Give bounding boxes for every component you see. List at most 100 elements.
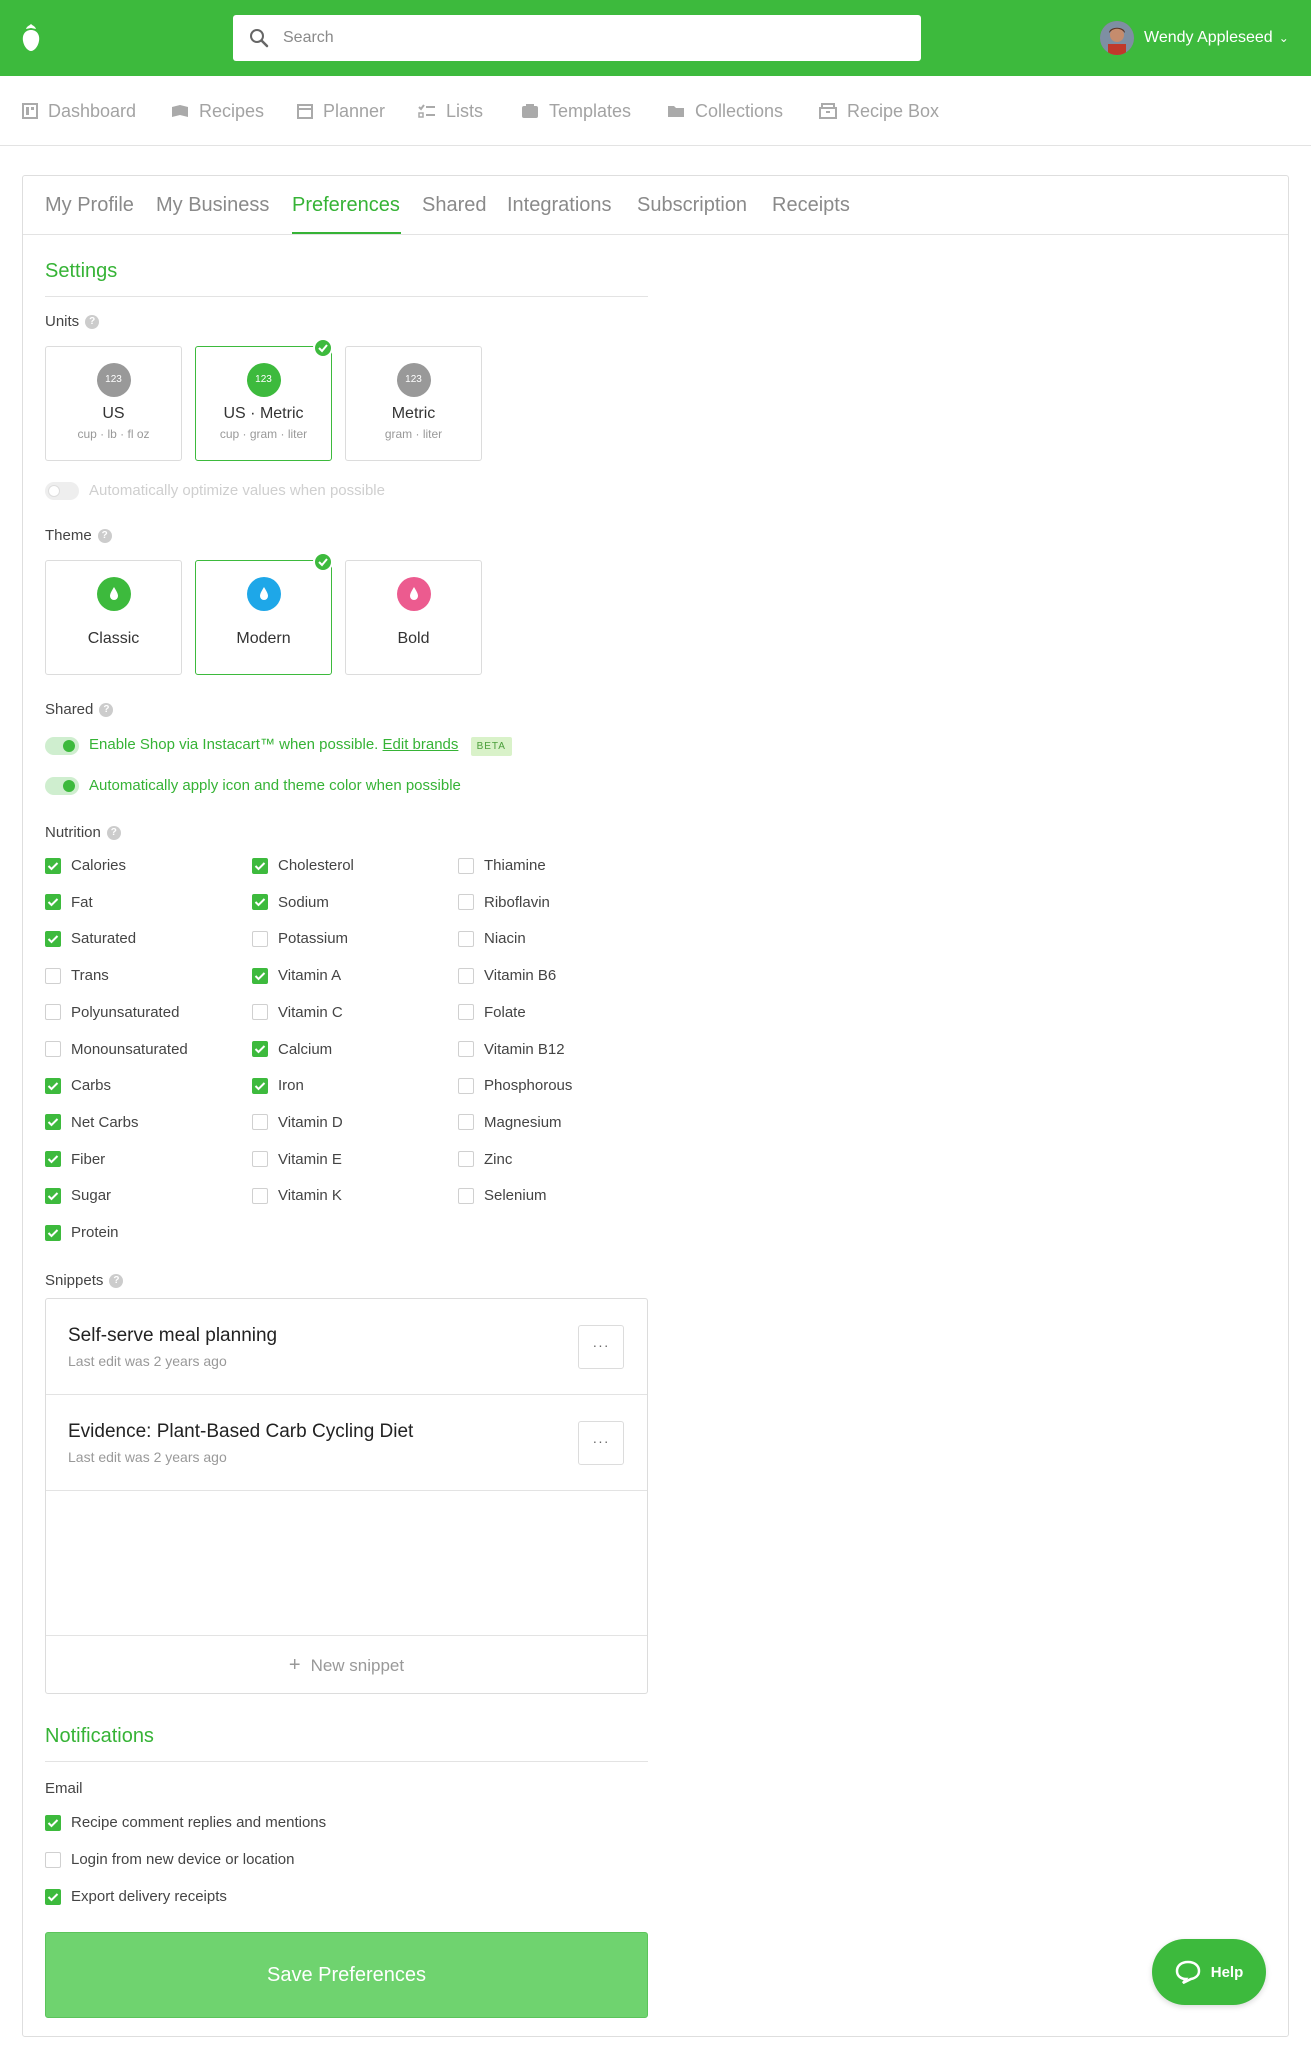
notification-checkbox[interactable]: Login from new device or location: [45, 1851, 294, 1868]
nutrient-checkbox[interactable]: Trans: [45, 967, 109, 984]
tab-receipts[interactable]: Receipts: [772, 194, 850, 217]
auto-apply-toggle[interactable]: [45, 777, 79, 795]
unchecked-box-icon[interactable]: [458, 1114, 474, 1131]
nutrient-checkbox[interactable]: Cholesterol: [252, 857, 354, 874]
nutrient-checkbox[interactable]: Fat: [45, 894, 93, 911]
unchecked-box-icon[interactable]: [45, 1041, 61, 1057]
nutrient-checkbox[interactable]: Polyunsaturated: [45, 1004, 179, 1021]
new-snippet-button[interactable]: + New snippet: [46, 1635, 647, 1693]
tab-preferences[interactable]: Preferences: [292, 194, 400, 217]
nutrient-checkbox[interactable]: Riboflavin: [458, 894, 550, 911]
unchecked-box-icon[interactable]: [458, 1077, 474, 1094]
unchecked-box-icon[interactable]: [458, 1041, 474, 1057]
nutrient-checkbox[interactable]: Vitamin B6: [458, 967, 556, 984]
help-button[interactable]: Help: [1152, 1939, 1266, 2005]
unit-option-us[interactable]: 123 US cup · lb · fl oz: [45, 346, 182, 461]
unchecked-box-icon[interactable]: [45, 967, 61, 984]
user-menu[interactable]: Wendy Appleseed ⌄: [1100, 20, 1289, 56]
nutrient-checkbox[interactable]: Thiamine: [458, 857, 546, 874]
checked-box-icon[interactable]: [45, 1077, 61, 1094]
nutrient-checkbox[interactable]: Carbs: [45, 1077, 111, 1094]
nutrient-checkbox[interactable]: Vitamin D: [252, 1114, 343, 1131]
instacart-toggle[interactable]: [45, 737, 79, 755]
unchecked-box-icon[interactable]: [252, 1004, 268, 1021]
nutrient-checkbox[interactable]: Fiber: [45, 1151, 105, 1168]
checked-box-icon[interactable]: [252, 894, 268, 911]
nav-lists[interactable]: Lists: [418, 100, 483, 122]
nav-templates[interactable]: Templates: [521, 100, 631, 122]
snippet-item[interactable]: Evidence: Plant-Based Carb Cycling Diet …: [46, 1395, 647, 1491]
checked-box-icon[interactable]: [45, 1151, 61, 1168]
unit-option-us-metric[interactable]: 123 US · Metric cup · gram · liter: [195, 338, 333, 461]
help-icon[interactable]: ?: [106, 825, 121, 840]
tab-integrations[interactable]: Integrations: [507, 194, 612, 217]
nutrient-checkbox[interactable]: Vitamin E: [252, 1151, 342, 1168]
checked-box-icon[interactable]: [45, 930, 61, 947]
help-icon[interactable]: ?: [85, 314, 100, 329]
nav-dashboard[interactable]: Dashboard: [22, 100, 136, 122]
nutrient-checkbox[interactable]: Sugar: [45, 1187, 111, 1204]
snippet-item[interactable]: Self-serve meal planning Last edit was 2…: [46, 1299, 647, 1395]
help-icon[interactable]: ?: [97, 528, 112, 543]
unchecked-box-icon[interactable]: [252, 1114, 268, 1131]
nutrient-checkbox[interactable]: Vitamin B12: [458, 1041, 565, 1058]
nutrient-checkbox[interactable]: Niacin: [458, 930, 526, 947]
notification-checkbox[interactable]: Export delivery receipts: [45, 1888, 227, 1905]
checked-box-icon[interactable]: [45, 1187, 61, 1204]
search-input[interactable]: Search: [283, 29, 334, 47]
unchecked-box-icon[interactable]: [252, 930, 268, 947]
nutrient-checkbox[interactable]: Potassium: [252, 930, 348, 947]
checked-box-icon[interactable]: [45, 857, 61, 874]
checked-box-icon[interactable]: [45, 1224, 61, 1241]
unchecked-box-icon[interactable]: [458, 967, 474, 984]
nutrient-checkbox[interactable]: Calories: [45, 857, 126, 874]
nutrient-checkbox[interactable]: Phosphorous: [458, 1077, 572, 1094]
tab-my-profile[interactable]: My Profile: [45, 194, 134, 217]
checked-box-icon[interactable]: [45, 1814, 61, 1831]
nutrient-checkbox[interactable]: Protein: [45, 1224, 119, 1241]
theme-option-modern[interactable]: Modern: [195, 552, 333, 675]
help-icon[interactable]: ?: [99, 702, 114, 717]
unchecked-box-icon[interactable]: [458, 1187, 474, 1204]
optimize-values-toggle[interactable]: [45, 482, 79, 500]
nutrient-checkbox[interactable]: Iron: [252, 1077, 304, 1094]
unchecked-box-icon[interactable]: [458, 857, 474, 874]
nutrient-checkbox[interactable]: Magnesium: [458, 1114, 562, 1131]
unchecked-box-icon[interactable]: [45, 1004, 61, 1021]
search-bar[interactable]: Search: [233, 15, 921, 61]
checked-box-icon[interactable]: [45, 894, 61, 911]
more-options-button[interactable]: ···: [578, 1325, 624, 1369]
unchecked-box-icon[interactable]: [458, 894, 474, 911]
nutrient-checkbox[interactable]: Vitamin K: [252, 1187, 342, 1204]
checked-box-icon[interactable]: [252, 1041, 268, 1057]
nutrient-checkbox[interactable]: Zinc: [458, 1151, 512, 1168]
unchecked-box-icon[interactable]: [252, 1187, 268, 1204]
nutrient-checkbox[interactable]: Calcium: [252, 1041, 332, 1058]
app-logo[interactable]: [20, 20, 42, 56]
checked-box-icon[interactable]: [252, 857, 268, 874]
save-preferences-button[interactable]: Save Preferences: [45, 1932, 648, 2018]
checked-box-icon[interactable]: [45, 1888, 61, 1905]
nutrient-checkbox[interactable]: Net Carbs: [45, 1114, 139, 1131]
nutrient-checkbox[interactable]: Saturated: [45, 930, 136, 947]
tab-shared[interactable]: Shared: [422, 194, 487, 217]
unchecked-box-icon[interactable]: [458, 1004, 474, 1021]
nav-planner[interactable]: Planner: [297, 100, 385, 122]
checked-box-icon[interactable]: [45, 1114, 61, 1131]
nav-recipes[interactable]: Recipes: [171, 100, 264, 122]
tab-subscription[interactable]: Subscription: [637, 194, 747, 217]
nutrient-checkbox[interactable]: Selenium: [458, 1187, 547, 1204]
unchecked-box-icon[interactable]: [45, 1851, 61, 1868]
nutrient-checkbox[interactable]: Folate: [458, 1004, 526, 1021]
nutrient-checkbox[interactable]: Sodium: [252, 894, 329, 911]
checked-box-icon[interactable]: [252, 967, 268, 984]
more-options-button[interactable]: ···: [578, 1421, 624, 1465]
nutrient-checkbox[interactable]: Vitamin C: [252, 1004, 343, 1021]
nav-collections[interactable]: Collections: [667, 100, 783, 122]
unit-option-metric[interactable]: 123 Metric gram · liter: [345, 346, 482, 461]
tab-my-business[interactable]: My Business: [156, 194, 269, 217]
nutrient-checkbox[interactable]: Monounsaturated: [45, 1041, 188, 1058]
theme-option-classic[interactable]: Classic: [45, 560, 182, 675]
help-icon[interactable]: ?: [109, 1273, 124, 1288]
nutrient-checkbox[interactable]: Vitamin A: [252, 967, 341, 984]
